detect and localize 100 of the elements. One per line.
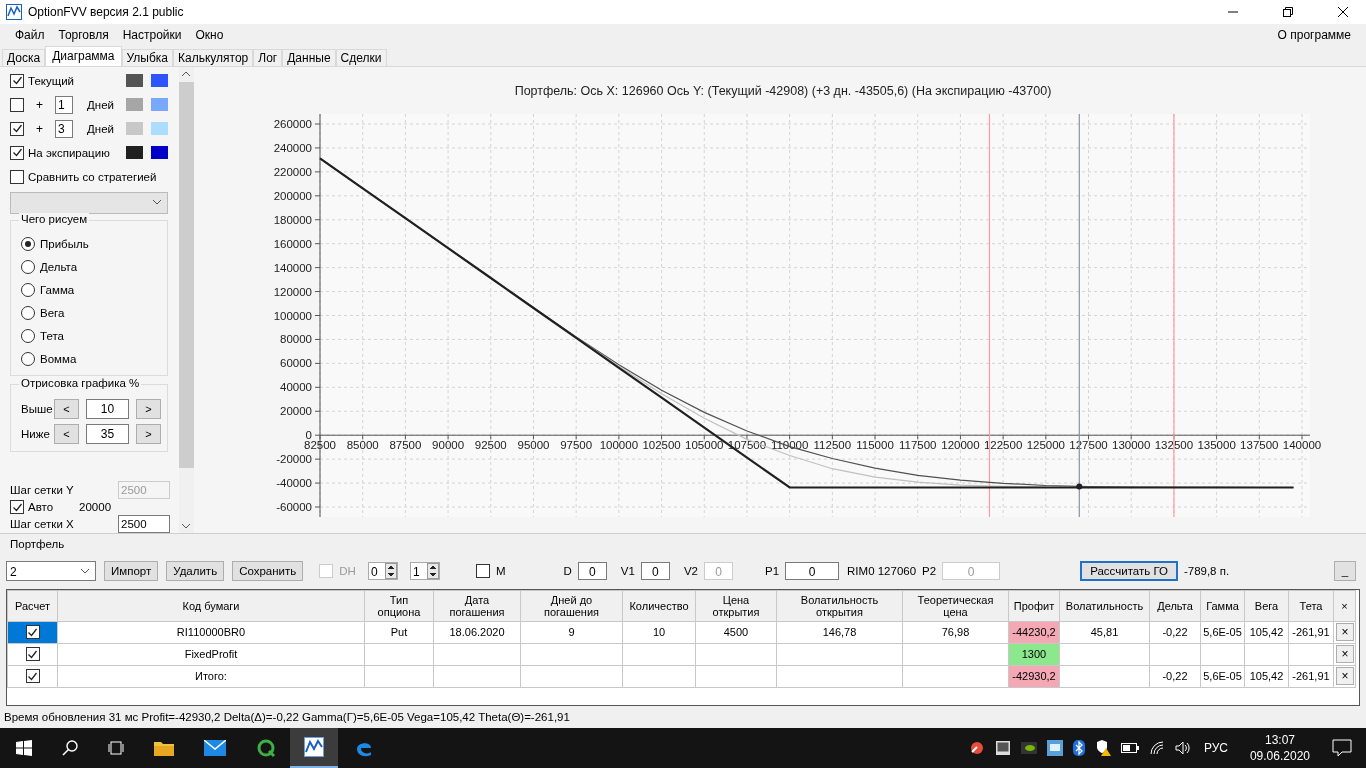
checkbox[interactable] (25, 647, 40, 662)
increase-button[interactable]: > (135, 424, 161, 445)
color-swatch[interactable] (151, 74, 168, 88)
mail-icon[interactable] (204, 740, 226, 756)
delete-button[interactable]: × (1336, 623, 1354, 642)
toolbar-button[interactable]: Импорт (104, 560, 159, 581)
color-swatch[interactable] (126, 74, 143, 88)
column-header[interactable]: Расчет (7, 590, 58, 622)
column-header[interactable]: Волатильность (1059, 590, 1150, 622)
network-adapter-icon[interactable] (1046, 740, 1063, 756)
radio-button[interactable] (21, 260, 35, 275)
checkbox[interactable] (25, 625, 40, 640)
column-header[interactable]: Волатильность открытия (776, 590, 903, 622)
column-header[interactable]: Вега (1244, 590, 1289, 622)
speaker-icon[interactable] (1174, 740, 1191, 756)
search-icon[interactable] (62, 740, 78, 756)
menu-item[interactable]: Окно (188, 27, 231, 42)
tab[interactable]: Лог (253, 48, 283, 66)
checkbox[interactable] (10, 145, 24, 160)
tab[interactable]: Калькулятор (173, 48, 254, 66)
decrease-button[interactable]: < (53, 424, 80, 445)
scroll-down-icon[interactable] (182, 523, 191, 529)
maximize-icon[interactable] (1283, 6, 1293, 17)
column-header[interactable]: Гамма (1200, 590, 1245, 622)
calculate-button[interactable]: Рассчитать ГО (1080, 560, 1178, 581)
radio-button[interactable] (21, 352, 35, 367)
column-header[interactable]: Дней до погашения (520, 590, 623, 622)
wifi-icon[interactable] (1148, 740, 1165, 756)
windows-start-icon[interactable] (16, 740, 32, 756)
color-swatch[interactable] (126, 146, 143, 160)
cleaner-icon[interactable] (968, 740, 985, 756)
clock[interactable]: 13:07 09.06.2020 (1249, 732, 1310, 764)
checkbox[interactable] (10, 97, 24, 112)
scroll-up-icon[interactable] (182, 70, 191, 76)
column-header[interactable]: Тета (1288, 590, 1334, 622)
color-swatch[interactable] (151, 98, 168, 112)
task-view-icon[interactable] (108, 740, 124, 756)
percent-field[interactable]: 35 (86, 424, 129, 445)
checkbox[interactable] (10, 121, 24, 136)
tab[interactable]: Доска (2, 48, 46, 66)
checkbox-cell[interactable] (7, 665, 58, 688)
column-header[interactable]: Теоретическая цена (902, 590, 1009, 622)
nvidia-icon[interactable] (1020, 740, 1037, 756)
decrease-button[interactable]: < (53, 399, 80, 420)
toolbar-button[interactable]: Сохранить (232, 560, 304, 581)
taskbar-app-button[interactable] (290, 728, 338, 768)
color-swatch[interactable] (151, 122, 168, 136)
column-header[interactable]: Дельта (1149, 590, 1201, 622)
checkbox[interactable] (10, 500, 24, 515)
color-swatch[interactable] (126, 98, 143, 112)
checkbox[interactable] (10, 169, 24, 184)
scrollbar[interactable] (178, 66, 194, 533)
spinner-arrows-icon[interactable] (384, 562, 397, 579)
toolbar-button[interactable]: Удалить (166, 560, 225, 581)
portfolio-dropdown[interactable]: 2 (6, 560, 96, 581)
param-field[interactable]: 0 (640, 561, 670, 580)
minimize-button[interactable]: _ (1334, 560, 1356, 581)
close-icon[interactable] (1338, 6, 1348, 17)
checkbox[interactable] (25, 669, 40, 684)
q-letter-icon[interactable] (256, 738, 276, 758)
grid-step-field[interactable]: 2500 (118, 515, 170, 534)
radio-button[interactable] (21, 237, 35, 252)
days-field[interactable]: 3 (55, 119, 74, 138)
tab[interactable]: Сделки (335, 48, 387, 66)
column-header[interactable]: Цена открытия (695, 590, 777, 622)
spinner-arrows-icon[interactable] (426, 562, 439, 579)
menu-item[interactable]: Настройки (115, 27, 189, 42)
percent-field[interactable]: 10 (86, 399, 129, 420)
days-field[interactable]: 1 (55, 95, 74, 114)
notification-icon[interactable] (1332, 739, 1352, 757)
checkbox[interactable] (475, 563, 490, 578)
radio-button[interactable] (21, 306, 35, 321)
column-header[interactable]: Код бумаги (57, 590, 365, 622)
folder-icon[interactable] (154, 740, 174, 756)
shield-warning-icon[interactable] (1094, 740, 1111, 756)
column-header[interactable]: × (1333, 590, 1356, 622)
delete-button[interactable]: × (1336, 667, 1354, 686)
spinner-field[interactable]: 0 (367, 561, 398, 580)
tab[interactable]: Данные (282, 48, 336, 66)
checkbox-cell[interactable] (7, 643, 58, 666)
column-header[interactable]: Профит (1008, 590, 1060, 622)
param-field[interactable]: 0 (577, 561, 607, 580)
language-indicator[interactable]: РУС (1203, 741, 1228, 755)
tab[interactable]: Диаграмма (45, 45, 122, 66)
checkbox[interactable] (10, 73, 24, 88)
tab[interactable]: Улыбка (121, 48, 174, 66)
window-icon[interactable] (994, 740, 1011, 756)
bluetooth-icon[interactable] (1072, 740, 1085, 756)
checkbox-cell[interactable] (7, 621, 58, 644)
column-header[interactable]: Тип опциона (364, 590, 434, 622)
column-header[interactable]: Дата погашения (433, 590, 521, 622)
color-swatch[interactable] (151, 146, 168, 160)
menu-item[interactable]: Торговля (51, 27, 116, 42)
delete-button[interactable]: × (1336, 645, 1354, 664)
radio-button[interactable] (21, 329, 35, 344)
increase-button[interactable]: > (135, 399, 161, 420)
column-header[interactable]: Количество (622, 590, 696, 622)
param-field[interactable]: 0 (785, 561, 840, 580)
menu-item[interactable]: Файл (8, 27, 52, 42)
menu-item[interactable]: О программе (1270, 27, 1358, 42)
